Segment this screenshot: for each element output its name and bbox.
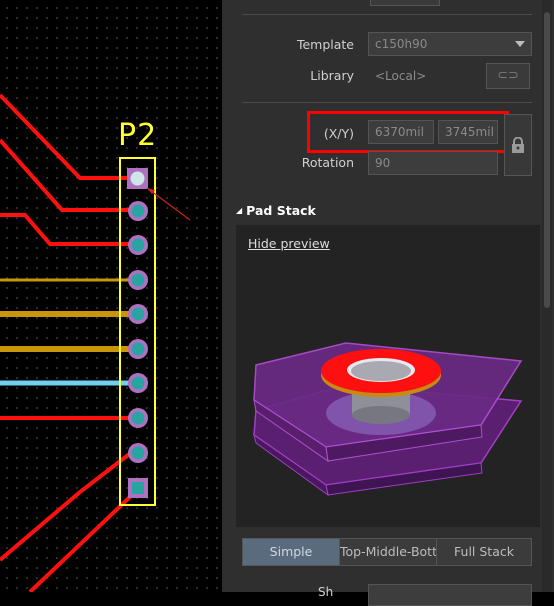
pad-1 <box>127 168 148 189</box>
properties-panel: Template c150h90 Library <Local> ⊂⊃ (X/Y… <box>222 0 554 606</box>
track-1 <box>0 93 132 180</box>
pad-stack-title: Pad Stack <box>246 203 316 218</box>
component-designator: P2 <box>118 118 158 153</box>
library-value: <Local> <box>375 69 427 83</box>
red-tracks[interactable] <box>0 93 134 592</box>
pad-6 <box>128 339 148 359</box>
pad-stack-preview: Hide preview <box>236 225 540 527</box>
pad-stack-header[interactable]: ◢ Pad Stack <box>236 203 316 218</box>
lock-button[interactable] <box>504 114 532 176</box>
pad-3d-render <box>253 342 523 497</box>
selection-arrow <box>146 187 191 221</box>
chevron-down-icon <box>515 41 525 47</box>
shape-label: Sh <box>318 585 334 599</box>
track-2 <box>0 138 132 212</box>
mode-top-middle-bottom[interactable]: Top-Middle-Bott <box>339 539 437 565</box>
panel-scrollbar[interactable] <box>542 0 552 592</box>
rotation-input[interactable]: 90 <box>368 151 498 175</box>
mode-simple[interactable]: Simple <box>243 539 339 565</box>
pad-2 <box>128 201 148 221</box>
pad-4 <box>128 270 148 290</box>
template-dropdown[interactable]: c150h90 <box>368 32 532 56</box>
pad-8 <box>128 408 148 428</box>
track-10 <box>28 493 134 592</box>
pad-10 <box>128 478 148 498</box>
pad-mode-segmented-control: Simple Top-Middle-Bott Full Stack <box>242 538 532 566</box>
rotation-value: 90 <box>375 156 391 170</box>
pcb-drawing <box>0 93 191 592</box>
link-button[interactable]: ⊂⊃ <box>486 63 530 89</box>
pad-3 <box>128 235 148 255</box>
scrollbar-thumb[interactable] <box>544 12 550 308</box>
library-field: <Local> <box>368 64 478 88</box>
track-3 <box>0 213 132 246</box>
collapse-icon: ◢ <box>236 206 243 215</box>
shape-dropdown[interactable] <box>368 584 532 606</box>
rotation-label: Rotation <box>301 155 354 170</box>
pad-7 <box>128 373 148 393</box>
track-9 <box>0 450 134 562</box>
gold-tracks[interactable] <box>0 278 132 352</box>
truncated-field[interactable] <box>370 0 440 6</box>
template-value: c150h90 <box>375 37 428 51</box>
library-label: Library <box>310 68 354 83</box>
mode-full-stack[interactable]: Full Stack <box>437 539 531 565</box>
pads[interactable] <box>127 168 148 498</box>
pcb-canvas[interactable]: P2 <box>0 0 222 592</box>
template-label: Template <box>296 37 354 52</box>
pad-9 <box>128 443 148 463</box>
highlight-box <box>307 111 509 153</box>
link-icon: ⊂⊃ <box>497 68 519 83</box>
divider <box>242 102 532 103</box>
divider <box>242 14 532 15</box>
pad-5 <box>128 304 148 324</box>
lock-icon <box>512 137 524 153</box>
